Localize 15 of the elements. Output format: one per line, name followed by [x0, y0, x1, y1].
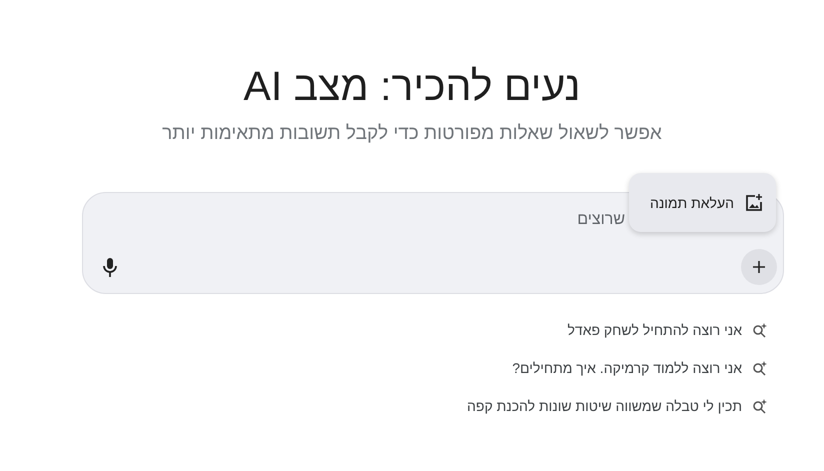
image-upload-icon: [744, 192, 764, 212]
microphone-icon[interactable]: [103, 258, 117, 276]
menu-item[interactable]: העלאת תמונה: [638, 192, 776, 212]
suggestion[interactable]: תכין לי טבלה שמשווה שיטות שונות להכנת קפה: [467, 396, 768, 416]
sparkle-search-icon: [752, 322, 768, 338]
add-button[interactable]: [741, 249, 777, 285]
sparkle-search-icon: [752, 398, 768, 414]
menu-label: העלאת תמונה: [650, 194, 734, 210]
prompt-field[interactable]: שרוצים: [103, 211, 625, 229]
page-title: נעים להכיר: מצב AI: [242, 62, 582, 111]
subtitle: אפשר לשאול שאלות מפורטות כדי לקבל תשובות מתאימות יותר: [161, 123, 663, 145]
suggestion[interactable]: אני רוצה להתחיל לשחק פאדל: [568, 320, 768, 340]
plus-icon: [752, 260, 766, 274]
suggestion[interactable]: אני רוצה ללמוד קרמיקה. איך מתחילים?: [512, 358, 768, 378]
sparkle-search-icon: [752, 360, 768, 376]
